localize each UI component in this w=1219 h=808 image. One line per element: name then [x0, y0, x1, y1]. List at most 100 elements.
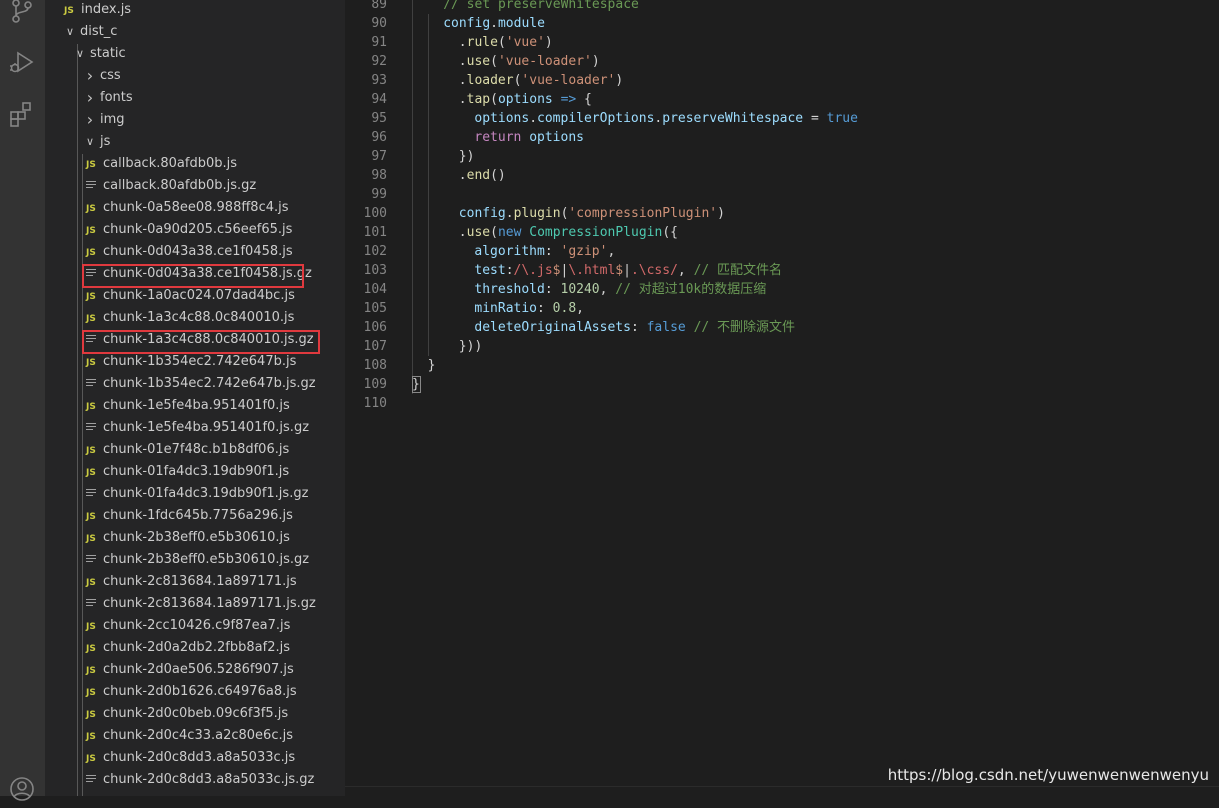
code-token: . — [458, 225, 467, 240]
code-line[interactable]: 96 return options — [345, 128, 1219, 147]
code-line[interactable]: 89 // set preserveWhitespace — [345, 0, 1219, 14]
tree-file-row[interactable]: JS index.js — [45, 0, 345, 21]
tree-folder-row[interactable]: › css — [45, 65, 345, 87]
code-line[interactable]: 91 .rule('vue') — [345, 33, 1219, 52]
code-editor[interactable]: 89// set preserveWhitespace 90 config.modu… — [345, 0, 1219, 796]
tree-file-row[interactable]: JS chunk-0a90d205.c56eef65.js — [45, 219, 345, 241]
tree-file-row[interactable]: JS chunk-01e7f48c.b1b8df06.js — [45, 439, 345, 461]
code-token: ({ — [662, 225, 678, 240]
tree-file-row[interactable]: JS callback.80afdb0b.js — [45, 153, 345, 175]
tree-file-row[interactable]: JS chunk-2d0b1626.c64976a8.js — [45, 681, 345, 703]
tree-file-row[interactable]: JS chunk-2c813684.1a897171.js — [45, 571, 345, 593]
code-text: options.compilerOptions.preserveWhitespa… — [474, 109, 858, 128]
code-token: }) — [458, 149, 475, 164]
code-line[interactable]: 103 test:/\.js$|\.html$|.\css/, // 匹配文件名 — [345, 261, 1219, 280]
tree-file-row[interactable]: callback.80afdb0b.js.gz — [45, 175, 345, 197]
js-file-icon: JS — [86, 666, 96, 676]
code-line[interactable]: 101 .use(new CompressionPlugin({ — [345, 223, 1219, 242]
code-line[interactable]: 105 minRatio: 0.8, — [345, 299, 1219, 318]
code-text: .tap(options => { — [459, 90, 592, 109]
tree-file-row[interactable]: chunk-1e5fe4ba.951401f0.js.gz — [45, 417, 345, 439]
code-token: tap — [466, 92, 491, 107]
code-line[interactable]: 110 — [345, 394, 1219, 413]
tree-file-row[interactable]: chunk-2b38eff0.e5b30610.js.gz — [45, 549, 345, 571]
tree-folder-row[interactable]: ∨ static — [45, 43, 345, 65]
code-text: deleteOriginalAssets: false // 不删除源文件 — [474, 318, 795, 337]
chevron-right-icon[interactable]: › — [84, 87, 96, 109]
tree-file-row[interactable]: JS chunk-2d0c8dd3.a8a5033c.js — [45, 747, 345, 769]
tree-item-label: chunk-2d0c4c33.a2c80e6c.js — [103, 728, 293, 743]
tree-file-row[interactable]: JS chunk-0a58ee08.988ff8c4.js — [45, 197, 345, 219]
code-line[interactable]: 99 — [345, 185, 1219, 204]
tree-file-row[interactable]: chunk-2d0c8dd3.a8a5033c.js.gz — [45, 769, 345, 791]
tree-file-row[interactable]: JS chunk-1fdc645b.7756a296.js — [45, 505, 345, 527]
line-number: 93 — [371, 73, 387, 88]
tree-file-row[interactable]: JS chunk-1e5fe4ba.951401f0.js — [45, 395, 345, 417]
run-debug-icon[interactable] — [7, 47, 37, 77]
tree-file-row[interactable]: JS chunk-0d043a38.ce1f0458.js — [45, 241, 345, 263]
code-line[interactable]: 100 config.plugin('compressionPlugin') — [345, 204, 1219, 223]
chevron-down-icon[interactable]: ∨ — [84, 131, 96, 153]
code-token: /\.js — [513, 263, 553, 278]
code-line[interactable]: 106 deleteOriginalAssets: false // 不删除源文件 — [345, 318, 1219, 337]
tree-folder-row[interactable]: › img — [45, 109, 345, 131]
tree-file-row[interactable]: JS chunk-2cc10426.c9f87ea7.js — [45, 615, 345, 637]
tree-folder-row[interactable]: ∨ js — [45, 131, 345, 153]
code-line[interactable]: 94 .tap(options => { — [345, 90, 1219, 109]
chevron-down-icon[interactable]: ∨ — [64, 21, 76, 43]
code-token: rule — [466, 35, 498, 50]
code-text: config.plugin('compressionPlugin') — [459, 204, 725, 223]
tree-file-row[interactable]: JS chunk-2b38eff0.e5b30610.js — [45, 527, 345, 549]
chevron-down-icon[interactable]: ∨ — [74, 43, 86, 65]
js-file-icon: JS — [86, 446, 96, 456]
code-line[interactable]: 107})) — [345, 337, 1219, 356]
code-line[interactable]: 109} — [345, 375, 1219, 394]
code-token: ( — [490, 225, 498, 240]
code-line[interactable]: 90 config.module — [345, 14, 1219, 33]
line-number: 106 — [363, 320, 387, 335]
tree-file-row[interactable]: JS chunk-1a0ac024.07dad4bc.js — [45, 285, 345, 307]
tree-file-row[interactable]: chunk-01fa4dc3.19db90f1.js.gz — [45, 483, 345, 505]
code-token: })) — [458, 339, 483, 354]
code-token: : — [537, 301, 553, 316]
code-token: \.html — [568, 263, 616, 278]
code-line[interactable]: 108} — [345, 356, 1219, 375]
tree-folder-row[interactable]: › fonts — [45, 87, 345, 109]
code-token: return — [474, 130, 522, 145]
code-line[interactable]: 104 threshold: 10240, // 对超过10k的数据压缩 — [345, 280, 1219, 299]
tree-file-row[interactable]: chunk-2c813684.1a897171.js.gz — [45, 593, 345, 615]
tree-item-label: chunk-1e5fe4ba.951401f0.js.gz — [103, 420, 310, 435]
tree-file-row[interactable]: JS chunk-2d0c4c33.a2c80e6c.js — [45, 725, 345, 747]
tree-item-label: chunk-0a58ee08.988ff8c4.js — [103, 200, 289, 215]
tree-item-label: chunk-0a90d205.c56eef65.js — [103, 222, 293, 237]
tree-file-row[interactable]: JS chunk-2d0c0beb.09c6f3f5.js — [45, 703, 345, 725]
chevron-right-icon[interactable]: › — [84, 65, 96, 87]
tree-folder-row[interactable]: ∨ dist_c — [45, 21, 345, 43]
js-file-icon: JS — [86, 468, 96, 478]
tree-file-row[interactable]: JS chunk-2d0ae506.5286f907.js — [45, 659, 345, 681]
tree-item-label: chunk-2c813684.1a897171.js — [103, 574, 297, 589]
code-line[interactable]: 93 .loader('vue-loader') — [345, 71, 1219, 90]
tree-file-row[interactable]: JS chunk-1b354ec2.742e647b.js — [45, 351, 345, 373]
tree-item-label: chunk-2cc10426.c9f87ea7.js — [103, 618, 291, 633]
code-line[interactable]: 92 .use('vue-loader') — [345, 52, 1219, 71]
code-text: return options — [474, 128, 584, 147]
code-line[interactable]: 98 .end() — [345, 166, 1219, 185]
code-line[interactable]: 95 options.compilerOptions.preserveWhites… — [345, 109, 1219, 128]
code-token: => — [560, 92, 577, 107]
tree-file-row[interactable]: JS chunk-2d0a2db2.2fbb8af2.js — [45, 637, 345, 659]
tree-file-row[interactable]: JS chunk-01fa4dc3.19db90f1.js — [45, 461, 345, 483]
extensions-icon[interactable] — [7, 99, 37, 129]
tree-file-row[interactable]: JS chunk-1a3c4c88.0c840010.js — [45, 307, 345, 329]
js-file-icon: JS — [86, 358, 96, 368]
tree-item-label: js — [100, 134, 111, 149]
archive-file-icon — [86, 417, 102, 439]
account-icon[interactable] — [7, 774, 37, 804]
horizontal-scrollbar[interactable] — [345, 786, 1219, 797]
code-token: . — [529, 111, 538, 126]
source-control-icon[interactable] — [7, 0, 37, 26]
chevron-right-icon[interactable]: › — [84, 109, 96, 131]
code-line[interactable]: 102 algorithm: 'gzip', — [345, 242, 1219, 261]
code-line[interactable]: 97}) — [345, 147, 1219, 166]
tree-file-row[interactable]: chunk-1b354ec2.742e647b.js.gz — [45, 373, 345, 395]
